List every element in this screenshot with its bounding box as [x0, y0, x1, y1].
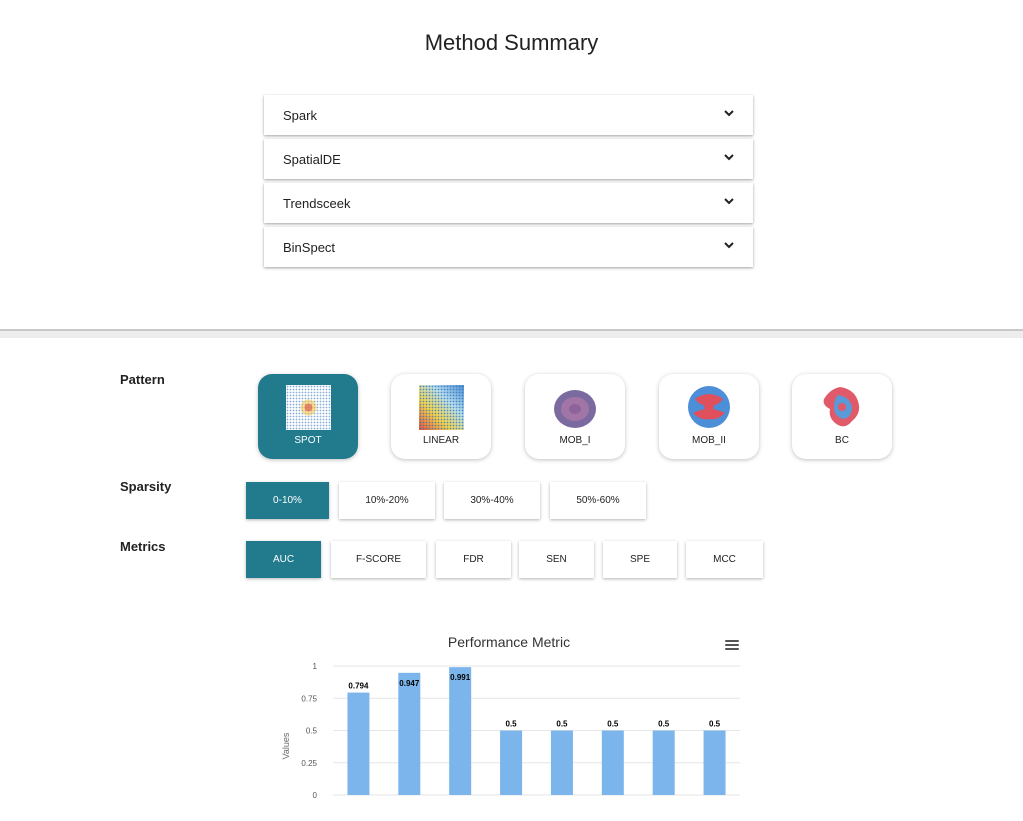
metric-option-f-score[interactable]: F-SCORE	[331, 541, 426, 578]
metric-option-spe[interactable]: SPE	[603, 541, 677, 578]
sparsity-option-30-40[interactable]: 30%-40%	[444, 482, 540, 519]
metric-option-sen[interactable]: SEN	[519, 541, 594, 578]
linear-pattern-icon	[419, 385, 464, 430]
y-tick-label: 0	[313, 791, 318, 800]
chart-bar[interactable]	[550, 730, 573, 796]
sparsity-option-50-60[interactable]: 50%-60%	[550, 482, 646, 519]
method-accordion: Spark SpatialDE Trendsceek BinSpect	[264, 95, 753, 271]
accordion-label: BinSpect	[283, 240, 336, 255]
data-label: 0.5	[709, 720, 721, 729]
y-tick-label: 0.25	[301, 759, 317, 768]
pattern-card-linear[interactable]: LINEAR	[391, 374, 491, 459]
data-label: 0.5	[506, 720, 518, 729]
metric-option-mcc[interactable]: MCC	[686, 541, 763, 578]
chevron-down-icon	[724, 154, 734, 161]
y-tick-label: 0.75	[301, 694, 317, 703]
sparsity-label: Sparsity	[120, 479, 172, 494]
chart-bar[interactable]	[601, 730, 624, 796]
accordion-item-binspect[interactable]: BinSpect	[264, 227, 753, 267]
pattern-name: MOB_I	[559, 435, 591, 446]
mob-ii-pattern-icon	[688, 386, 730, 428]
y-axis-label: Values	[281, 732, 291, 759]
data-label: 0.991	[450, 673, 471, 682]
chart-plot: Values 0 0.25 0.5 0.75 1 0.794 0.947 0.991 0.5 0.…	[281, 662, 740, 800]
bc-pattern-icon	[823, 387, 860, 427]
pattern-card-mob-i[interactable]: MOB_I	[525, 374, 625, 459]
chart-bar[interactable]	[703, 730, 726, 796]
chart-bar[interactable]	[449, 667, 472, 795]
pattern-name: LINEAR	[422, 435, 460, 446]
mob-i-pattern-icon	[554, 390, 596, 428]
metric-option-fdr[interactable]: FDR	[436, 541, 511, 578]
data-label: 0.5	[607, 720, 619, 729]
y-tick-label: 1	[313, 662, 318, 671]
pattern-card-mob-ii[interactable]: MOB_II	[659, 374, 759, 459]
y-tick-label: 0.5	[306, 727, 318, 736]
accordion-item-trendsceek[interactable]: Trendsceek	[264, 183, 753, 223]
pattern-card-bc[interactable]: BC	[792, 374, 892, 459]
chart-bar[interactable]	[347, 692, 370, 795]
chevron-down-icon	[724, 242, 734, 249]
metric-option-auc[interactable]: AUC	[246, 541, 321, 578]
data-label: 0.947	[399, 679, 420, 688]
accordion-item-spatialde[interactable]: SpatialDE	[264, 139, 753, 179]
chart-bar[interactable]	[652, 730, 675, 796]
chevron-down-icon	[724, 198, 734, 205]
metrics-label: Metrics	[120, 539, 166, 554]
sparsity-option-10-20[interactable]: 10%-20%	[339, 482, 435, 519]
pattern-label: Pattern	[120, 372, 165, 387]
page-title: Method Summary	[424, 30, 599, 55]
pattern-name: BC	[835, 435, 849, 446]
chevron-down-icon	[724, 110, 734, 117]
data-label: 0.5	[658, 720, 670, 729]
pattern-name: MOB_II	[692, 435, 726, 446]
spot-pattern-icon	[286, 385, 331, 430]
accordion-label: Trendsceek	[283, 196, 351, 211]
data-label: 0.794	[348, 682, 369, 691]
accordion-label: Spark	[283, 108, 317, 123]
pattern-name: SPOT	[294, 435, 322, 446]
data-label: 0.5	[556, 720, 568, 729]
accordion-label: SpatialDE	[283, 152, 341, 167]
performance-chart: Performance Metric Values 0 0.25 0.5 0.75 1 0…	[280, 628, 750, 821]
chart-bar[interactable]	[500, 730, 523, 796]
accordion-item-spark[interactable]: Spark	[264, 95, 753, 135]
sparsity-option-0-10[interactable]: 0-10%	[246, 482, 329, 519]
section-divider	[0, 329, 1023, 338]
chart-bar[interactable]	[398, 672, 421, 795]
pattern-card-spot[interactable]: SPOT	[258, 374, 358, 459]
